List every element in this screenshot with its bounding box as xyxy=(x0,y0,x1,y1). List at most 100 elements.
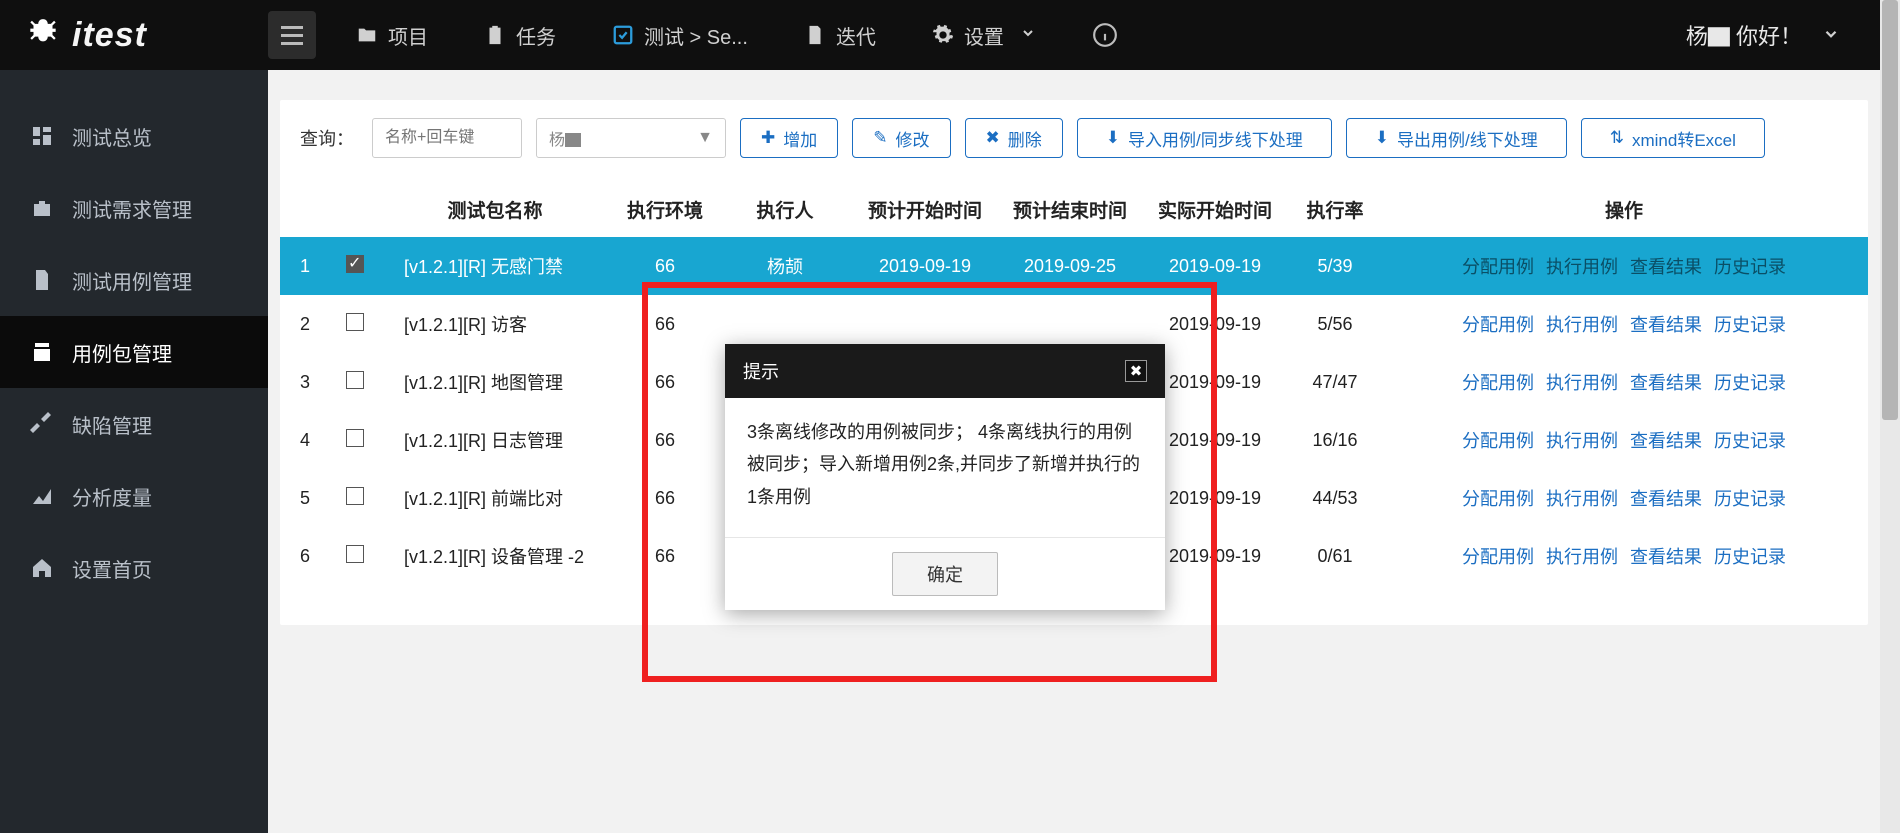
import-label: 导入用例/同步线下处理 xyxy=(1128,126,1303,151)
document-icon xyxy=(804,24,826,46)
action-result[interactable]: 查看结果 xyxy=(1630,431,1702,451)
cell-env: 66 xyxy=(610,469,720,527)
close-icon: ✖ xyxy=(986,128,1000,148)
sidebar-item-package[interactable]: 用例包管理 xyxy=(0,316,268,388)
chevron-down-icon[interactable] xyxy=(1822,25,1840,46)
add-label: 增加 xyxy=(783,126,817,151)
briefcase-icon xyxy=(30,196,54,220)
action-history[interactable]: 历史记录 xyxy=(1714,431,1786,451)
cell-cb[interactable] xyxy=(330,527,380,585)
cell-idx: 4 xyxy=(280,411,330,469)
table-row[interactable]: 1[v1.2.1][R] 无感门禁66杨颉2019-09-192019-09-2… xyxy=(280,237,1868,295)
user-greeting: 杨▇ 你好！ xyxy=(1686,19,1802,51)
action-assign[interactable]: 分配用例 xyxy=(1462,489,1534,509)
action-assign[interactable]: 分配用例 xyxy=(1462,373,1534,393)
cell-cb[interactable] xyxy=(330,411,380,469)
dialog-ok-button[interactable]: 确定 xyxy=(892,552,998,596)
chevron-down-icon xyxy=(1020,24,1036,47)
action-result[interactable]: 查看结果 xyxy=(1630,257,1702,277)
sidebar-item-overview[interactable]: 测试总览 xyxy=(0,100,268,172)
checkbox-icon[interactable] xyxy=(346,371,364,389)
checkbox-icon[interactable] xyxy=(346,429,364,447)
action-run[interactable]: 执行用例 xyxy=(1546,431,1618,451)
cell-cb[interactable] xyxy=(330,353,380,411)
nav-settings-label: 设置 xyxy=(964,21,1004,50)
bug-icon xyxy=(24,16,62,54)
action-result[interactable]: 查看结果 xyxy=(1630,547,1702,567)
action-assign[interactable]: 分配用例 xyxy=(1462,547,1534,567)
action-result[interactable]: 查看结果 xyxy=(1630,315,1702,335)
logo-text: itest xyxy=(72,16,147,55)
cell-idx: 6 xyxy=(280,527,330,585)
sidebar-item-label: 用例包管理 xyxy=(72,338,172,367)
export-button[interactable]: ⬇ 导出用例/线下处理 xyxy=(1346,118,1567,158)
sidebar-item-requirement[interactable]: 测试需求管理 xyxy=(0,172,268,244)
cell-cb[interactable] xyxy=(330,295,380,353)
sidebar-item-home[interactable]: 设置首页 xyxy=(0,532,268,604)
action-assign[interactable]: 分配用例 xyxy=(1462,431,1534,451)
xmind-button[interactable]: ⇅ xmind转Excel xyxy=(1581,118,1765,158)
pencil-icon: ✎ xyxy=(873,128,887,148)
sidebar-item-defect[interactable]: 缺陷管理 xyxy=(0,388,268,460)
cell-rate: 5/56 xyxy=(1290,295,1380,353)
action-history[interactable]: 历史记录 xyxy=(1714,373,1786,393)
sidebar-item-label: 缺陷管理 xyxy=(72,410,152,439)
col-idx xyxy=(280,182,330,237)
search-input[interactable] xyxy=(372,118,522,158)
cell-cb[interactable] xyxy=(330,469,380,527)
edit-button[interactable]: ✎ 修改 xyxy=(852,118,950,158)
action-assign[interactable]: 分配用例 xyxy=(1462,257,1534,277)
chart-icon xyxy=(30,484,54,508)
query-label: 查询： xyxy=(300,125,354,151)
cell-rate: 5/39 xyxy=(1290,237,1380,295)
action-assign[interactable]: 分配用例 xyxy=(1462,315,1534,335)
cell-pkg: [v1.2.1][R] 日志管理 xyxy=(380,411,610,469)
vertical-scrollbar[interactable] xyxy=(1880,0,1900,833)
import-button[interactable]: ⬇ 导入用例/同步线下处理 xyxy=(1077,118,1332,158)
col-actual-start: 实际开始时间 xyxy=(1140,182,1290,237)
checkbox-icon[interactable] xyxy=(346,313,364,331)
action-run[interactable]: 执行用例 xyxy=(1546,257,1618,277)
folder-icon xyxy=(356,24,378,46)
nav-test[interactable]: 测试 > Se... xyxy=(612,21,748,50)
checkbox-icon[interactable] xyxy=(346,487,364,505)
cell-exec: 杨颉 xyxy=(720,237,850,295)
cell-as: 2019-09-19 xyxy=(1140,237,1290,295)
upload-icon: ⬇ xyxy=(1375,128,1389,148)
action-result[interactable]: 查看结果 xyxy=(1630,489,1702,509)
dialog-header: 提示 ✖ xyxy=(725,344,1165,398)
add-button[interactable]: ✚ 增加 xyxy=(740,118,838,158)
col-exec: 执行人 xyxy=(720,182,850,237)
action-history[interactable]: 历史记录 xyxy=(1714,547,1786,567)
action-run[interactable]: 执行用例 xyxy=(1546,315,1618,335)
dialog-close-button[interactable]: ✖ xyxy=(1125,360,1147,382)
scroll-thumb[interactable] xyxy=(1882,0,1898,420)
action-run[interactable]: 执行用例 xyxy=(1546,489,1618,509)
nav-project[interactable]: 项目 xyxy=(356,21,428,50)
sidebar-item-case[interactable]: 测试用例管理 xyxy=(0,244,268,316)
cell-env: 66 xyxy=(610,237,720,295)
action-run[interactable]: 执行用例 xyxy=(1546,547,1618,567)
cell-env: 66 xyxy=(610,411,720,469)
nav-task[interactable]: 任务 xyxy=(484,21,556,50)
action-run[interactable]: 执行用例 xyxy=(1546,373,1618,393)
cell-cb[interactable] xyxy=(330,237,380,295)
col-rate: 执行率 xyxy=(1290,182,1380,237)
checkbox-icon[interactable] xyxy=(346,255,364,273)
nav-iteration[interactable]: 迭代 xyxy=(804,21,876,50)
action-result[interactable]: 查看结果 xyxy=(1630,373,1702,393)
user-select[interactable]: 杨▇ ▼ xyxy=(536,118,726,158)
checkbox-icon[interactable] xyxy=(346,545,364,563)
delete-button[interactable]: ✖ 删除 xyxy=(965,118,1063,158)
menu-toggle[interactable] xyxy=(268,11,316,59)
cell-env: 66 xyxy=(610,353,720,411)
sidebar-item-analytics[interactable]: 分析度量 xyxy=(0,460,268,532)
nav-settings[interactable]: 设置 xyxy=(932,21,1036,50)
cell-actions: 分配用例执行用例查看结果历史记录 xyxy=(1380,295,1868,353)
nav-info[interactable] xyxy=(1092,22,1118,48)
action-history[interactable]: 历史记录 xyxy=(1714,315,1786,335)
action-history[interactable]: 历史记录 xyxy=(1714,489,1786,509)
cell-pkg: [v1.2.1][R] 访客 xyxy=(380,295,610,353)
action-history[interactable]: 历史记录 xyxy=(1714,257,1786,277)
cell-ps: 2019-09-19 xyxy=(850,237,1000,295)
